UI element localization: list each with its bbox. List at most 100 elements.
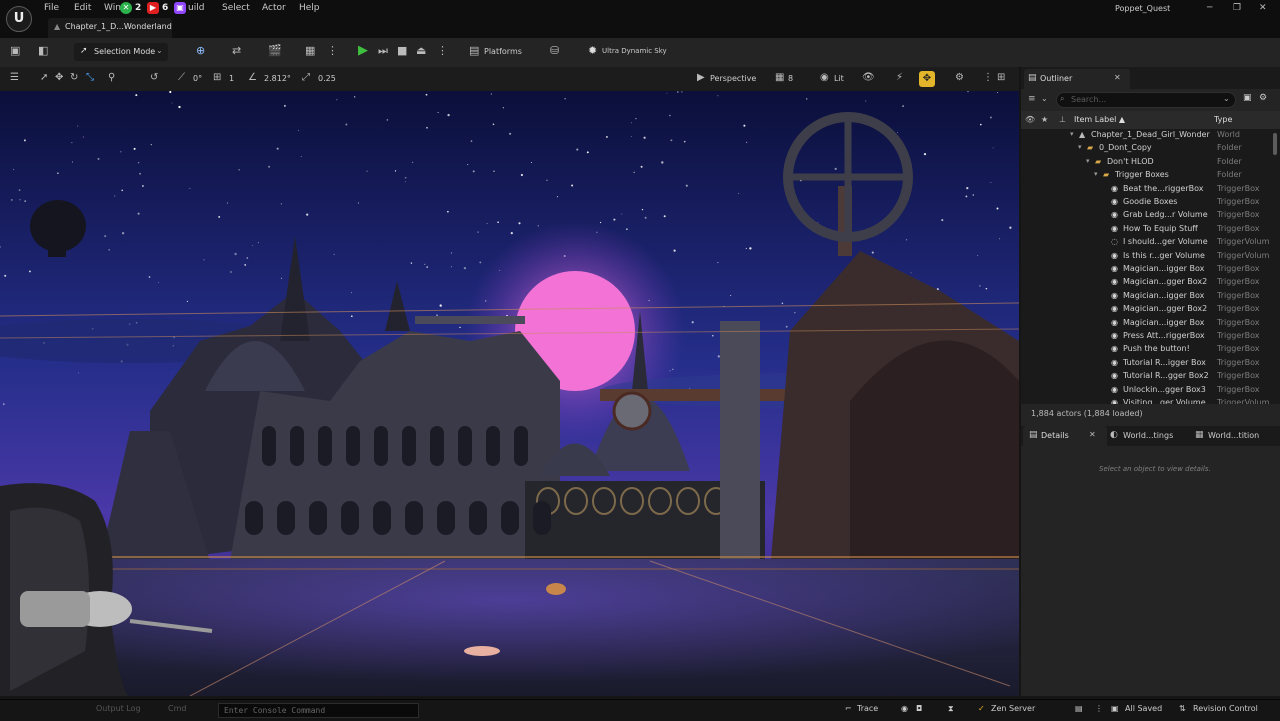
column-type[interactable]: Type bbox=[1214, 115, 1232, 124]
more-options-icon[interactable]: ⋮ bbox=[327, 44, 338, 57]
lit-dropdown[interactable]: Lit bbox=[834, 74, 844, 83]
tab-outliner[interactable]: ▤ Outliner ✕ bbox=[1024, 69, 1130, 89]
outliner-row[interactable]: ◉ Tutorial R...gger Box2 TriggerBox bbox=[1021, 370, 1271, 383]
level-document-tab[interactable]: ▲ Chapter_1_D...Wonderland bbox=[48, 18, 172, 38]
derived-data-icon[interactable]: ▤ bbox=[1075, 704, 1083, 713]
camera-speed-value[interactable]: 8 bbox=[788, 74, 793, 83]
menu-build[interactable]: uild bbox=[188, 3, 204, 13]
outliner-row[interactable]: ▾ ▰ Don't HLOD Folder bbox=[1021, 156, 1271, 169]
viewport-settings-icon[interactable]: ⚙ bbox=[955, 72, 964, 83]
stop-icon[interactable]: ■ bbox=[397, 44, 407, 57]
outliner-row[interactable]: ◉ Unlockin...gger Box3 TriggerBox bbox=[1021, 384, 1271, 397]
menu-actor[interactable]: Actor bbox=[262, 3, 286, 13]
outliner-row[interactable]: ◉ Press Att...riggerBox TriggerBox bbox=[1021, 330, 1271, 343]
favorite-star-icon[interactable]: ★ bbox=[1041, 115, 1048, 124]
surface-snap-icon[interactable]: ↺ bbox=[150, 72, 158, 83]
tab-world-partition[interactable]: World...tition bbox=[1208, 431, 1259, 440]
outliner-search-input[interactable] bbox=[1071, 93, 1221, 106]
outliner-row[interactable]: ◉ Beat the...riggerBox TriggerBox bbox=[1021, 183, 1271, 196]
angle-snap-icon[interactable]: ∠ bbox=[248, 72, 257, 83]
search-chevron-icon[interactable]: ⌄ bbox=[1223, 94, 1230, 103]
outliner-row[interactable]: ▾ ▰ 0_Dont_Copy Folder bbox=[1021, 142, 1271, 155]
filter-chevron-icon[interactable]: ⌄ bbox=[1041, 94, 1048, 103]
step-forward-icon[interactable]: ⏭ bbox=[378, 44, 388, 58]
trace-dropdown[interactable]: Trace bbox=[857, 704, 878, 713]
cmd-button[interactable]: Cmd bbox=[168, 704, 186, 713]
outliner-row[interactable]: ▾ ▲ Chapter_1_Dead_Girl_Wonder World bbox=[1021, 129, 1271, 142]
scale-snap-icon[interactable]: ⤢ bbox=[302, 72, 310, 83]
eject-icon[interactable]: ⏏ bbox=[416, 44, 426, 57]
add-folder-icon[interactable]: ▣ bbox=[1243, 93, 1252, 103]
level-viewport[interactable] bbox=[0, 91, 1019, 696]
grid-snap-icon[interactable]: ⊞ bbox=[213, 72, 221, 83]
outliner-scrollbar[interactable] bbox=[1273, 133, 1277, 155]
realtime-icon[interactable]: ⚡ bbox=[896, 72, 903, 83]
outliner-row[interactable]: ◌ I should...ger Volume TriggerVolum bbox=[1021, 236, 1271, 249]
play-options-icon[interactable]: ⋮ bbox=[437, 44, 448, 57]
zen-server-button[interactable]: Zen Server bbox=[991, 704, 1035, 713]
cinematics-icon[interactable]: 🎬 bbox=[268, 44, 282, 57]
menu-edit[interactable]: Edit bbox=[74, 3, 91, 13]
outliner-row[interactable]: ◉ Magician...igger Box TriggerBox bbox=[1021, 263, 1271, 276]
move-tool-icon[interactable]: ✥ bbox=[55, 72, 63, 83]
viewport-more-icon[interactable]: ⋮ bbox=[983, 72, 993, 83]
grid-tools-icon[interactable]: ▦ bbox=[305, 44, 315, 57]
revision-control-button[interactable]: Revision Control bbox=[1193, 704, 1258, 713]
statusbar-more-icon[interactable]: ⋮ bbox=[1095, 704, 1103, 713]
hourglass-icon[interactable]: ⧗ bbox=[948, 704, 954, 714]
outliner-row[interactable]: ◉ Visiting...ger Volume TriggerVolum bbox=[1021, 397, 1271, 404]
expand-arrow-icon[interactable]: ▾ bbox=[1086, 157, 1090, 165]
platforms-dropdown[interactable]: Platforms bbox=[484, 47, 522, 56]
rotate-tool-icon[interactable]: ↻ bbox=[70, 72, 78, 83]
outliner-row[interactable]: ◉ Magician...gger Box2 TriggerBox bbox=[1021, 276, 1271, 289]
close-details-icon[interactable]: ✕ bbox=[1089, 430, 1096, 439]
minimize-icon[interactable]: ─ bbox=[1207, 3, 1212, 13]
coordinate-system-icon[interactable]: ⚲ bbox=[108, 72, 115, 83]
outliner-row[interactable]: ◉ How To Equip Stuff TriggerBox bbox=[1021, 223, 1271, 236]
rotation-snap-icon[interactable]: ⟋ bbox=[178, 72, 185, 83]
outliner-row[interactable]: ◉ Tutorial R...igger Box TriggerBox bbox=[1021, 357, 1271, 370]
pin-icon[interactable]: ⊥ bbox=[1059, 115, 1066, 124]
platforms-icon[interactable]: ▤ bbox=[469, 44, 479, 57]
close-window-icon[interactable]: ✕ bbox=[1259, 3, 1267, 13]
output-log-button[interactable]: Output Log bbox=[96, 704, 141, 713]
selection-mode-dropdown[interactable]: ➚ Selection Mode ⌄ bbox=[74, 43, 168, 61]
tab-world-settings[interactable]: World...tings bbox=[1123, 431, 1173, 440]
show-flags-icon[interactable]: 👁 bbox=[862, 72, 875, 83]
outliner-row[interactable]: ▾ ▰ Trigger Boxes Folder bbox=[1021, 169, 1271, 182]
ultra-dynamic-sky-button[interactable]: Ultra Dynamic Sky bbox=[602, 47, 667, 55]
record-icon[interactable]: ◉ bbox=[901, 704, 908, 713]
all-saved-status[interactable]: All Saved bbox=[1125, 704, 1162, 713]
menu-file[interactable]: File bbox=[44, 3, 59, 13]
snap-toggle-icon[interactable]: ✥ bbox=[919, 71, 935, 87]
outliner-row[interactable]: ◉ Goodie Boxes TriggerBox bbox=[1021, 196, 1271, 209]
console-command-input[interactable] bbox=[224, 704, 412, 716]
menu-help[interactable]: Help bbox=[299, 3, 320, 13]
blueprint-icon[interactable]: ⇄ bbox=[232, 44, 241, 57]
source-control-icon[interactable]: ⛁ bbox=[550, 44, 559, 57]
maximize-icon[interactable]: ❐ bbox=[1233, 3, 1241, 13]
outliner-row[interactable]: ◉ Magician...gger Box2 TriggerBox bbox=[1021, 303, 1271, 316]
scale-tool-icon[interactable]: ⤡ bbox=[86, 72, 94, 83]
viewport-options-icon[interactable]: ☰ bbox=[10, 72, 19, 83]
scale-snap-value[interactable]: 0.25 bbox=[318, 74, 336, 83]
save-icon[interactable]: ▣ bbox=[10, 44, 20, 57]
grid-snap-value[interactable]: 1 bbox=[229, 74, 234, 83]
select-tool-icon[interactable]: ➚ bbox=[40, 72, 48, 83]
tab-details[interactable]: ▤ Details ✕ bbox=[1023, 426, 1107, 446]
viewport-layout-icon[interactable]: ⊞ bbox=[997, 72, 1005, 83]
menu-select[interactable]: Select bbox=[222, 3, 250, 13]
expand-arrow-icon[interactable]: ▾ bbox=[1070, 130, 1074, 138]
outliner-settings-icon[interactable]: ⚙ bbox=[1259, 93, 1267, 103]
menu-window[interactable]: Win bbox=[104, 3, 121, 13]
play-button[interactable]: ▶ bbox=[358, 43, 368, 58]
outliner-row[interactable]: ◉ Grab Ledg...r Volume TriggerBox bbox=[1021, 209, 1271, 222]
outliner-row[interactable]: ◉ Magician...igger Box TriggerBox bbox=[1021, 317, 1271, 330]
screenshot-icon[interactable]: ◘ bbox=[916, 704, 922, 713]
filter-icon[interactable]: ≡ bbox=[1028, 94, 1036, 104]
unreal-logo-icon[interactable]: U bbox=[6, 6, 32, 32]
visibility-eye-icon[interactable]: 👁 bbox=[1025, 115, 1035, 124]
add-actor-icon[interactable]: ⊕ bbox=[196, 44, 205, 57]
close-tab-icon[interactable]: ✕ bbox=[1114, 73, 1121, 82]
outliner-row[interactable]: ◉ Push the button! TriggerBox bbox=[1021, 343, 1271, 356]
